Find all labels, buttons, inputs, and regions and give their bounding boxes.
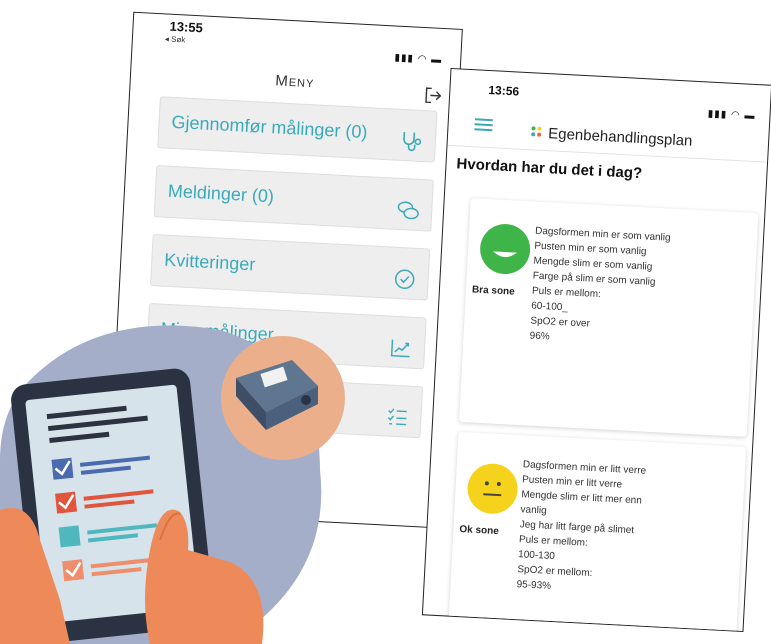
chat-bubbles-icon xyxy=(397,201,419,220)
zone-criteria: Dagsformen min er litt verre Pusten min … xyxy=(516,457,743,603)
plan-screen: 13:56 ▮▮▮ ◠ ▬ Egenbehandlingsplan Hvorda… xyxy=(421,67,771,633)
smiley-happy-icon xyxy=(478,222,532,276)
status-icons: ▮▮▮ ◠ ▬ xyxy=(394,52,443,66)
back-to-search-link[interactable]: ◂ Søk xyxy=(165,34,186,44)
check-circle-icon xyxy=(394,269,415,290)
logout-icon[interactable] xyxy=(424,86,443,105)
app-logo-icon xyxy=(531,126,542,137)
zone-name: Bra sone xyxy=(471,284,516,298)
status-time: 13:56 xyxy=(488,82,520,99)
plan-header: Egenbehandlingsplan xyxy=(528,123,693,150)
zone-card-green[interactable]: Bra sone Dagsformen min er som vanlig Pu… xyxy=(459,198,759,437)
menu-item-messages[interactable]: Meldinger (0) xyxy=(153,165,434,232)
stethoscope-icon xyxy=(403,132,422,152)
plan-title: Egenbehandlingsplan xyxy=(547,125,693,150)
menu-item-label: Gjennomfør målinger (0) xyxy=(171,111,368,143)
hamburger-menu-icon[interactable] xyxy=(474,118,493,132)
status-time: 13:55 xyxy=(169,18,204,36)
tablet-illustration xyxy=(0,325,345,644)
zone-criteria: Dagsformen min er som vanlig Pusten min … xyxy=(529,224,755,355)
menu-item-label: Kvitteringer xyxy=(163,249,256,275)
status-icons: ▮▮▮ ◠ ▬ xyxy=(707,108,756,122)
menu-item-measurements[interactable]: Gjennomfør målinger (0) xyxy=(157,96,438,163)
page-title: Meny xyxy=(274,72,315,92)
zone-card-yellow[interactable]: Ok sone Dagsformen min er litt verre Pus… xyxy=(448,431,747,633)
smiley-neutral-icon xyxy=(466,462,519,516)
question-heading: Hvordan har du det i dag? xyxy=(456,155,643,183)
zone-name: Ok sone xyxy=(459,524,500,538)
menu-item-receipts[interactable]: Kvitteringer xyxy=(149,234,431,301)
menu-item-label: Meldinger (0) xyxy=(167,180,275,207)
